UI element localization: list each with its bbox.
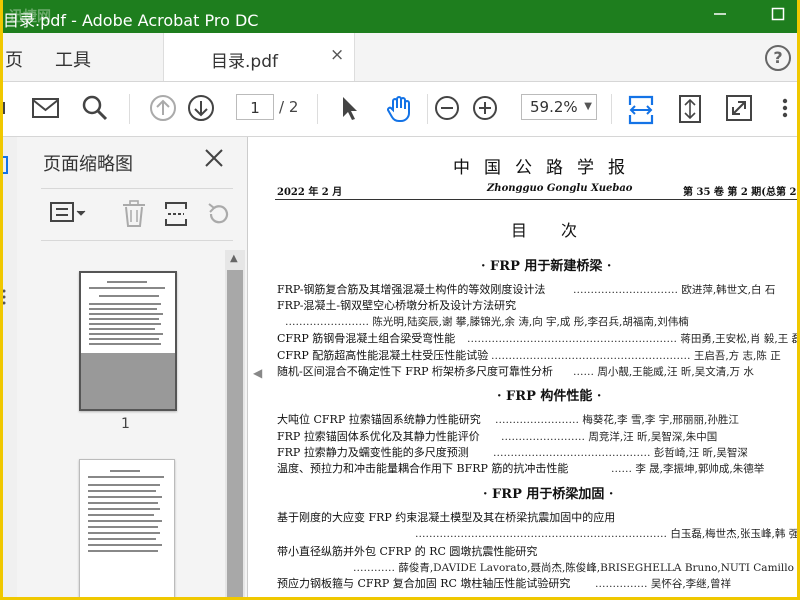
rotate-view-icon[interactable] (677, 94, 703, 128)
toc-entry-authors: ……………………………………… 彭哲崎,汪 昕,吴智深 (493, 447, 748, 459)
toc-entry-title[interactable]: CFRP 筋钢骨混凝土组合梁受弯性能 (277, 330, 455, 346)
toc-entry-title[interactable]: 随机-区间混合不确定性下 FRP 桁架桥多尺度可靠性分析 (277, 363, 553, 379)
toolbar-divider (317, 94, 318, 124)
page-number-input[interactable]: 1 (236, 94, 274, 120)
document-tab[interactable]: 目录.pdf × (163, 33, 355, 81)
toc-entry-title[interactable]: 预应力钢板箍与 CFRP 复合加固 RC 墩柱轴压性能试验研究 (277, 575, 570, 591)
thumbnail-page-number: 1 (121, 416, 130, 432)
toc-entry-authors: …………………… 梅葵花,李 雪,李 宇,邢丽丽,孙胜江 (495, 414, 739, 426)
toc-entry-authors: …………… 吴怀谷,李继,曾祥 (595, 578, 732, 590)
volume-info: 第 35 卷 第 2 期(总第 22 (683, 187, 797, 198)
zoom-out-icon[interactable] (433, 94, 461, 126)
panel-divider (41, 240, 233, 241)
page-total: / 2 (279, 98, 299, 116)
maximize-icon[interactable] (767, 6, 789, 26)
header-rule (275, 199, 797, 200)
page-thumbnail-1[interactable] (79, 271, 177, 411)
previous-page-icon[interactable] (149, 94, 177, 126)
thumbnail-options-icon[interactable] (49, 200, 87, 230)
toolbar-divider (129, 94, 130, 124)
rotate-page-icon[interactable] (205, 200, 233, 232)
toc-entry-authors: …… 李 晟,李振坤,郭帅成,朱德举 (611, 463, 765, 475)
email-icon[interactable] (31, 94, 61, 126)
zoom-in-icon[interactable] (471, 94, 499, 126)
collapse-panel-icon[interactable]: ◀ (253, 366, 262, 380)
toolbar-divider (611, 94, 612, 124)
page-thumbnails-nav-icon[interactable] (3, 155, 11, 179)
journal-english-name: Zhongguo Gonglu Xuebao (487, 183, 633, 194)
toc-entry-title[interactable]: FRP-混凝土-钢双壁空心桥墩分析及设计方法研究 (277, 297, 516, 313)
scrollbar-thumb[interactable] (227, 270, 243, 597)
toc-title: 目次 (511, 221, 612, 240)
close-panel-icon[interactable] (203, 147, 225, 175)
zoom-value: 59.2% (530, 98, 578, 116)
toc-entry-authors: ………………………… 欧进萍,韩世文,白 石 (573, 284, 776, 296)
toc-entry-authors: …………………… 周竞洋,汪 昕,吴智深,朱中国 (501, 431, 718, 443)
toolbar: 1 / 2 59.2% ▼ (3, 82, 797, 137)
toc-entry-title[interactable]: 温度、预拉力和冲击能量耦合作用下 BFRP 筋的抗冲击性能 (277, 460, 568, 476)
select-cursor-icon[interactable] (339, 94, 359, 126)
bookmarks-nav-icon[interactable] (3, 287, 11, 311)
acrobat-window: 目录.pdf - Adobe Acrobat Pro DC 迅捷网 页 工具 目… (3, 0, 797, 597)
panel-title: 页面缩略图 (43, 154, 133, 175)
thumbnails-scrollbar[interactable]: ▲ (225, 250, 245, 597)
toc-entry-title[interactable]: FRP 拉索锚固体系优化及其静力性能评价 (277, 428, 480, 444)
fit-width-icon[interactable] (627, 94, 655, 130)
full-screen-icon[interactable] (725, 94, 753, 126)
menu-tools[interactable]: 工具 (55, 46, 91, 72)
scroll-up-icon[interactable]: ▲ (230, 253, 238, 264)
thumbnails-panel: 页面缩略图 1 ▲ (17, 137, 248, 597)
document-view: 中国公路学报 2022 年 2 月 Zhongguo Gonglu Xuebao… (265, 137, 797, 597)
toc-entry-title[interactable]: 基于刚度的大应变 FRP 约束混凝土模型及其在桥梁抗震加固中的应用 (277, 509, 615, 525)
toc-entry-authors: ………………………………………………… 王启吾,方 志,陈 正 (491, 350, 781, 362)
title-bar: 目录.pdf - Adobe Acrobat Pro DC 迅捷网 (3, 0, 797, 33)
toc-entry-authors: …………………………………………………… 蒋田勇,王安松,肖 毅,王 磊 (467, 333, 797, 345)
document-tab-label: 目录.pdf (211, 52, 278, 72)
zoom-select[interactable]: 59.2% ▼ (521, 94, 597, 120)
toc-entry-authors: …………………… 陈光明,陆奕辰,谢 攀,滕锦光,余 涛,向 宇,成 彤,李召兵… (285, 316, 689, 328)
close-tab-icon[interactable]: × (330, 45, 344, 65)
pdf-page: 中国公路学报 2022 年 2 月 Zhongguo Gonglu Xuebao… (265, 137, 797, 597)
toc-entry-title[interactable]: CFRP 配筋超高性能混凝土柱受压性能试验 (277, 347, 488, 363)
menu-bar: 页 工具 目录.pdf × ? (3, 33, 797, 82)
panel-divider (41, 188, 233, 189)
watermark-logo: 迅捷网 (9, 9, 51, 25)
page-thumbnail-2[interactable] (79, 459, 175, 597)
help-icon[interactable]: ? (765, 45, 791, 71)
toc-entry-title[interactable]: 大吨位 CFRP 拉索锚固系统静力性能研究 (277, 411, 481, 427)
journal-title: 中国公路学报 (453, 158, 639, 178)
crop-page-icon[interactable] (163, 200, 189, 232)
minimize-icon[interactable] (709, 6, 731, 26)
delete-page-icon[interactable] (121, 200, 147, 232)
toc-entry-authors: ……………………………………………………………… 白玉磊,梅世杰,张玉峰,韩 强… (415, 528, 797, 540)
section-title: · FRP 用于新建桥梁 · (481, 259, 612, 274)
menu-home[interactable]: 页 (5, 46, 23, 72)
toc-entry-authors: …… 周小靓,王能威,汪 昕,吴文清,万 水 (573, 366, 754, 378)
toc-entry-authors: ………… 薛俊青,DAVIDE Lavorato,聂尚杰,陈俊峰,BRISEGH… (353, 562, 794, 574)
save-icon[interactable] (3, 94, 9, 126)
toc-entry-title[interactable]: FRP-钢筋复合筋及其增强混凝土构件的等效刚度设计法 (277, 281, 545, 297)
next-page-icon[interactable] (187, 94, 215, 126)
toc-entry-title[interactable]: 带小直径纵筋并外包 CFRP 的 RC 圆墩抗震性能研究 (277, 543, 537, 559)
more-tools-icon[interactable] (775, 94, 793, 126)
section-title: · FRP 用于桥梁加固 · (483, 487, 614, 502)
navigation-strip (3, 137, 18, 597)
section-title: · FRP 构件性能 · (497, 389, 602, 404)
hand-tool-icon[interactable] (385, 94, 415, 128)
issue-date: 2022 年 2 月 (277, 187, 343, 198)
toc-entry-title[interactable]: FRP 拉索静力及蠕变性能的多尺度预测 (277, 444, 469, 460)
chevron-down-icon: ▼ (584, 101, 592, 112)
toolbar-divider (427, 94, 428, 124)
search-icon[interactable] (81, 94, 109, 126)
